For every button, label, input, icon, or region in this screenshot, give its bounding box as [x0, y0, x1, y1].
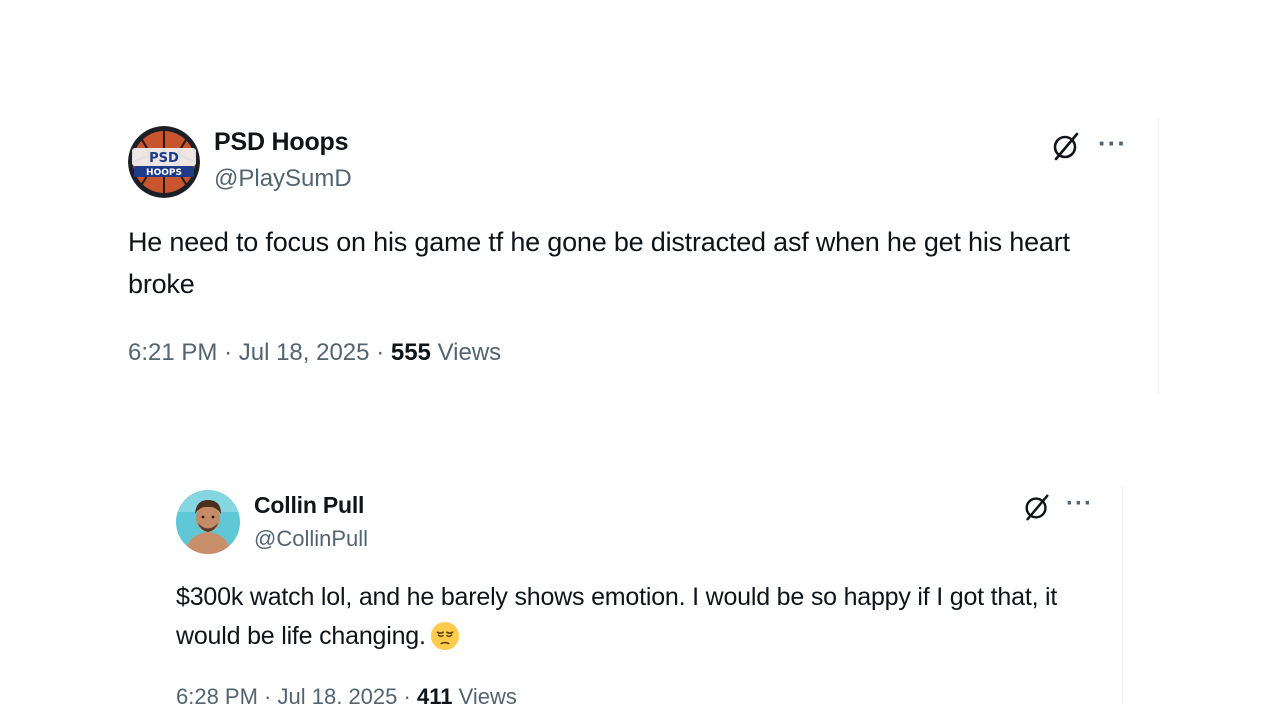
avatar[interactable] [176, 490, 240, 554]
separator: · [224, 339, 233, 366]
tweet-meta: 6:28 PM · Jul 18, 2025 · 411 Views [176, 684, 517, 704]
separator: · [376, 339, 385, 366]
views-label[interactable]: Views [438, 339, 502, 366]
tweet-date[interactable]: Jul 18, 2025 [278, 684, 398, 704]
author-name[interactable]: Collin Pull [254, 492, 364, 519]
views-count[interactable]: 411 [417, 684, 453, 704]
tweet[interactable]: PSD HOOPS PSD Hoops @PlaySumD ··· He nee… [0, 118, 1159, 394]
tweet-time[interactable]: 6:28 PM [176, 684, 258, 704]
tweet-text-content: $300k watch lol, and he barely shows emo… [176, 583, 1058, 650]
tweet-date[interactable]: Jul 18, 2025 [239, 339, 370, 366]
more-icon[interactable]: ··· [1066, 492, 1093, 516]
author-handle[interactable]: @CollinPull [254, 526, 368, 552]
profile-photo [176, 490, 240, 554]
more-icon[interactable]: ··· [1098, 130, 1127, 156]
author-handle[interactable]: @PlaySumD [214, 165, 352, 193]
psd-hoops-logo: PSD HOOPS [128, 126, 200, 198]
grok-icon[interactable] [1050, 130, 1082, 162]
svg-text:PSD: PSD [149, 151, 179, 166]
grok-icon[interactable] [1022, 492, 1052, 522]
avatar[interactable]: PSD HOOPS [128, 126, 200, 198]
separator: · [403, 684, 411, 704]
separator: · [264, 684, 272, 704]
author-name[interactable]: PSD Hoops [214, 128, 349, 157]
views-label[interactable]: Views [459, 684, 517, 704]
svg-text:HOOPS: HOOPS [146, 168, 182, 178]
pensive-face-icon [430, 621, 460, 651]
tweet-meta: 6:21 PM · Jul 18, 2025 · 555 Views [128, 339, 501, 367]
views-count[interactable]: 555 [391, 339, 431, 366]
tweet[interactable]: Collin Pull @CollinPull ··· $300k watch … [0, 486, 1123, 704]
tweet-text: $300k watch lol, and he barely shows emo… [176, 578, 1096, 656]
tweet-time[interactable]: 6:21 PM [128, 339, 217, 366]
tweet-text: He need to focus on his game tf he gone … [128, 227, 1070, 299]
